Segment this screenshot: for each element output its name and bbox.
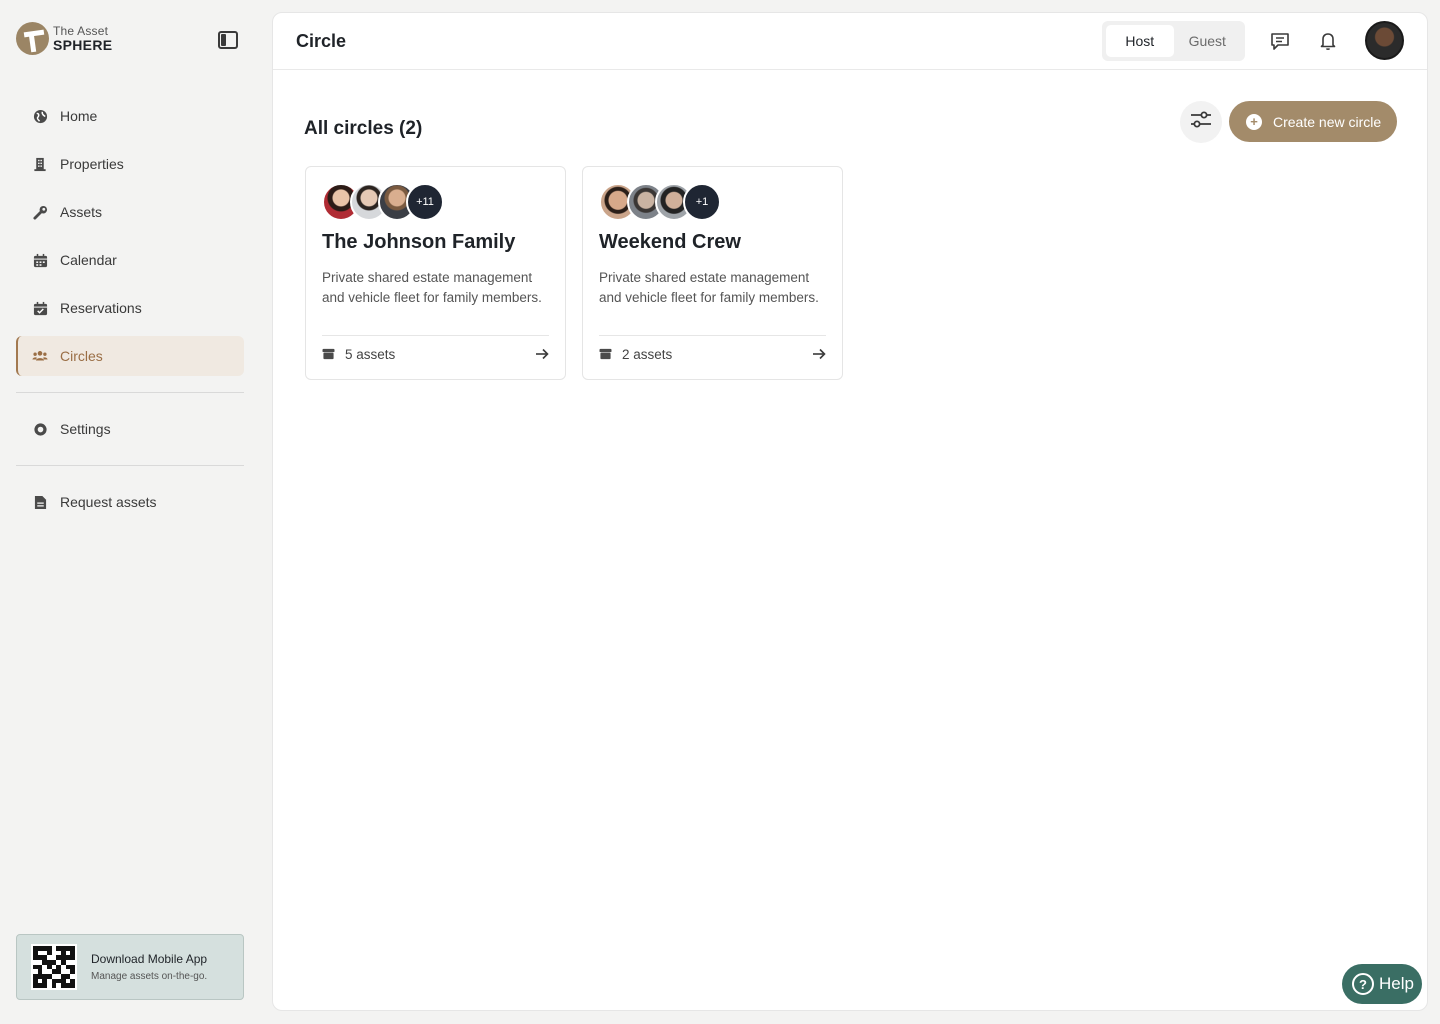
create-circle-button[interactable]: + Create new circle [1229, 101, 1397, 142]
filter-button[interactable] [1180, 101, 1222, 143]
sidebar-divider [16, 392, 244, 393]
sidebar-nav: Home Properties Assets Calendar Reservat… [16, 96, 244, 530]
mode-guest-tab[interactable]: Guest [1174, 25, 1242, 57]
extra-members-badge: +11 [406, 183, 444, 221]
plus-icon: + [1246, 113, 1262, 130]
building-icon [32, 156, 48, 172]
circle-description: Private shared estate management and veh… [599, 270, 819, 305]
member-avatars: +11 [322, 183, 549, 221]
gear-icon [32, 421, 48, 437]
asset-count: 5 assets [345, 346, 396, 362]
sidebar-item-home[interactable]: Home [16, 96, 244, 136]
sidebar: The Asset SPHERE Home Properties Assets [0, 0, 260, 1024]
promo-text: Download Mobile App Manage assets on-the… [91, 952, 207, 982]
sidebar-item-calendar[interactable]: Calendar [16, 240, 244, 280]
member-avatars: +1 [599, 183, 826, 221]
sidebar-item-properties[interactable]: Properties [16, 144, 244, 184]
circle-title: The Johnson Family [322, 231, 516, 253]
extra-members-badge: +1 [683, 183, 721, 221]
sidebar-divider [16, 465, 244, 466]
brand-logo[interactable]: The Asset SPHERE [16, 22, 112, 55]
brand-line2: SPHERE [53, 37, 113, 53]
document-icon [32, 494, 48, 510]
section-title: All circles (2) [304, 118, 423, 139]
wrench-icon [32, 204, 48, 220]
logo-mark-icon [16, 22, 49, 55]
circle-card[interactable]: +1 Weekend Crew Private shared estate ma… [582, 166, 843, 380]
mode-host-tab[interactable]: Host [1106, 25, 1174, 57]
users-icon [32, 348, 48, 364]
sidebar-item-request-assets[interactable]: Request assets [16, 482, 244, 522]
sidebar-item-label: Properties [60, 156, 124, 172]
qr-code-icon [31, 944, 77, 990]
sidebar-item-label: Settings [60, 421, 111, 437]
archive-icon [322, 345, 335, 364]
create-circle-label: Create new circle [1273, 113, 1382, 130]
mode-switch: Host Guest [1102, 21, 1245, 61]
question-icon: ? [1352, 973, 1374, 995]
page-title: Circle [296, 31, 347, 51]
brand-text: The Asset SPHERE [53, 25, 112, 52]
sidebar-item-circles[interactable]: Circles [16, 336, 244, 376]
sliders-icon [1190, 111, 1212, 133]
sidebar-item-label: Request assets [60, 494, 157, 510]
calendar-check-icon [32, 300, 48, 316]
calendar-icon [32, 252, 48, 268]
arrow-right-icon[interactable] [535, 345, 549, 364]
sidebar-item-label: Home [60, 108, 98, 124]
circle-card[interactable]: +11 The Johnson Family Private shared es… [305, 166, 566, 380]
bell-icon[interactable] [1317, 30, 1339, 52]
circle-title: Weekend Crew [599, 231, 741, 253]
promo-title: Download Mobile App [91, 952, 208, 966]
sidebar-item-assets[interactable]: Assets [16, 192, 244, 232]
sidebar-collapse-icon[interactable] [218, 31, 238, 49]
sidebar-item-label: Assets [60, 204, 103, 220]
circle-card-footer: 2 assets [599, 335, 826, 363]
user-avatar[interactable] [1365, 21, 1404, 60]
main-panel: Circle Host Guest All circles (2) + Crea… [272, 12, 1428, 1011]
sidebar-item-label: Calendar [60, 252, 117, 268]
archive-icon [599, 345, 612, 364]
sidebar-item-label: Circles [60, 348, 103, 364]
download-app-banner[interactable]: Download Mobile App Manage assets on-the… [16, 934, 244, 1000]
asset-count: 2 assets [622, 346, 673, 362]
messages-icon[interactable] [1269, 30, 1291, 52]
help-button[interactable]: ? Help [1342, 964, 1422, 1004]
sidebar-item-label: Reservations [60, 300, 142, 316]
brand-line1: The Asset [53, 24, 109, 38]
sidebar-item-settings[interactable]: Settings [16, 409, 244, 449]
globe-icon [32, 108, 48, 124]
arrow-right-icon[interactable] [812, 345, 826, 364]
circle-card-footer: 5 assets [322, 335, 549, 363]
top-bar: Circle Host Guest [273, 13, 1427, 70]
circle-list: +11 The Johnson Family Private shared es… [305, 166, 843, 380]
promo-subtitle: Manage assets on-the-go. [91, 971, 208, 982]
sidebar-item-reservations[interactable]: Reservations [16, 288, 244, 328]
help-label: Help [1379, 974, 1414, 993]
circle-description: Private shared estate management and veh… [322, 270, 542, 305]
